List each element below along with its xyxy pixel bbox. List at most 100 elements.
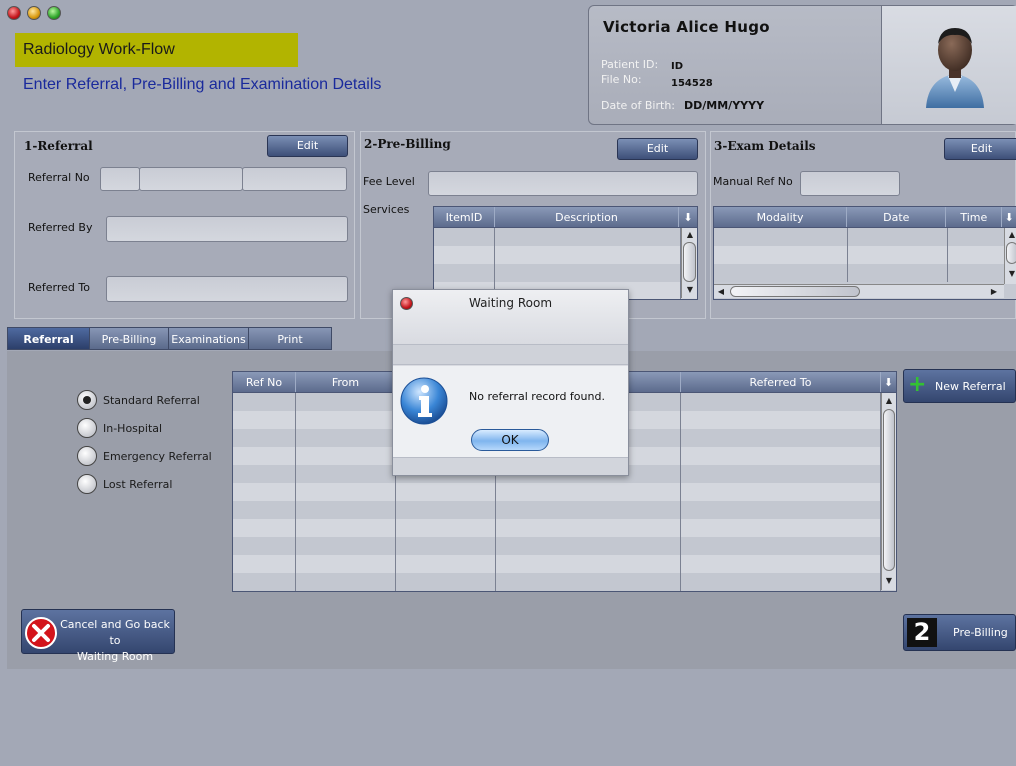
tab-prebilling[interactable]: Pre-Billing [90, 327, 169, 350]
column-chooser-icon[interactable]: ⬇ [1002, 207, 1016, 227]
referral-edit-button[interactable]: Edit [267, 135, 348, 157]
dialog-footer [393, 458, 628, 475]
dialog-body: No referral record found. OK [393, 366, 628, 458]
radio-unselected-icon [77, 418, 97, 438]
prebilling-panel-title: 2-Pre-Billing [364, 137, 451, 151]
referral-panel-title: 1-Referral [24, 139, 93, 153]
scroll-up-icon[interactable]: ▲ [1006, 229, 1016, 241]
col-from[interactable]: From [296, 372, 396, 392]
services-label: Services [363, 203, 410, 216]
cancel-label: Cancel and Go back to Waiting Room [59, 617, 171, 665]
fee-level-label: Fee Level [363, 175, 415, 188]
col-item-id[interactable]: ItemID [434, 207, 495, 227]
table-row[interactable] [233, 483, 896, 501]
table-row[interactable] [233, 555, 896, 573]
services-scrollbar[interactable]: ▲ ▼ [681, 228, 697, 298]
tab-referral[interactable]: Referral [7, 327, 90, 350]
radio-unselected-icon [77, 474, 97, 494]
fee-level-field[interactable] [428, 171, 698, 196]
prebilling-next-button[interactable]: 2 Pre-Billing [903, 614, 1016, 651]
patient-id-value: ID [671, 61, 684, 72]
window-maximize-button[interactable] [47, 6, 61, 20]
dialog-message: No referral record found. [469, 390, 605, 403]
add-icon: + [908, 372, 927, 397]
scroll-left-icon[interactable]: ◀ [715, 286, 727, 298]
tab-print[interactable]: Print [249, 327, 332, 350]
col-ref-no[interactable]: Ref No [233, 372, 296, 392]
referral-no-prefix-field[interactable] [100, 167, 140, 191]
exam-panel-title: 3-Exam Details [714, 139, 816, 153]
radio-standard-referral[interactable]: Standard Referral [77, 389, 200, 411]
user-avatar-icon [926, 28, 984, 108]
table-row[interactable] [434, 246, 697, 264]
prebilling-next-label: Pre-Billing [953, 626, 1008, 639]
ok-button[interactable]: OK [471, 429, 549, 451]
scroll-down-icon[interactable]: ▼ [1006, 268, 1016, 280]
scroll-up-icon[interactable]: ▲ [883, 395, 895, 407]
table-row[interactable] [233, 573, 896, 591]
column-chooser-icon[interactable]: ⬇ [881, 372, 896, 392]
exam-panel: 3-Exam Details Edit Manual Ref No Modali… [710, 131, 1016, 319]
file-no-label: File No: [601, 73, 642, 86]
referral-table-scrollbar[interactable]: ▲ ▼ [881, 393, 896, 590]
scroll-thumb[interactable] [1006, 242, 1016, 264]
manual-ref-field[interactable] [800, 171, 900, 196]
radio-emergency-referral[interactable]: Emergency Referral [77, 445, 212, 467]
patient-card: Victoria Alice Hugo Patient ID: ID File … [588, 5, 1016, 125]
table-row[interactable] [714, 264, 1016, 282]
referred-by-label: Referred By [28, 221, 93, 234]
col-description[interactable]: Description [495, 207, 679, 227]
patient-photo [881, 6, 1016, 124]
radio-selected-icon [77, 390, 97, 410]
scroll-thumb[interactable] [883, 409, 895, 571]
waiting-room-dialog: Waiting Room No referral record found. O… [392, 289, 629, 476]
new-referral-label: New Referral [935, 380, 1006, 393]
scroll-right-icon[interactable]: ▶ [988, 286, 1000, 298]
referred-by-field[interactable] [106, 216, 348, 242]
referred-to-field[interactable] [106, 276, 348, 302]
col-referred-to[interactable]: Referred To [681, 372, 881, 392]
exam-horizontal-scrollbar[interactable]: ◀ ▶ [714, 284, 1004, 298]
referral-no-suffix-field[interactable] [242, 167, 347, 191]
scroll-down-icon[interactable]: ▼ [684, 284, 696, 296]
window-close-button[interactable] [7, 6, 21, 20]
cancel-label-line1: Cancel and Go back to [60, 618, 170, 647]
table-row[interactable] [714, 246, 1016, 264]
radio-in-hospital[interactable]: In-Hospital [77, 417, 162, 439]
scroll-thumb[interactable] [683, 242, 696, 282]
col-modality[interactable]: Modality [714, 207, 848, 227]
dialog-titlebar: Waiting Room [393, 290, 628, 345]
file-no-value: 154528 [671, 78, 713, 89]
table-row[interactable] [714, 228, 1016, 246]
scroll-up-icon[interactable]: ▲ [684, 229, 696, 241]
prebilling-edit-button[interactable]: Edit [617, 138, 698, 160]
radio-unselected-icon [77, 446, 97, 466]
referral-no-number-field[interactable] [139, 167, 243, 191]
radio-lost-referral[interactable]: Lost Referral [77, 473, 172, 495]
table-row[interactable] [434, 228, 697, 246]
new-referral-button[interactable]: + New Referral [903, 369, 1016, 403]
scroll-thumb[interactable] [730, 286, 860, 297]
exam-edit-button[interactable]: Edit [944, 138, 1016, 160]
cancel-back-button[interactable]: Cancel and Go back to Waiting Room [21, 609, 175, 663]
col-date[interactable]: Date [847, 207, 947, 227]
column-chooser-icon[interactable]: ⬇ [679, 207, 697, 227]
table-row[interactable] [233, 519, 896, 537]
exam-vertical-scrollbar[interactable]: ▲ ▼ [1004, 228, 1016, 284]
table-row[interactable] [233, 537, 896, 555]
step-number-icon: 2 [907, 618, 937, 647]
referral-panel: 1-Referral Edit Referral No Referred By … [14, 131, 355, 319]
services-table-header: ItemID Description ⬇ [433, 206, 698, 228]
patient-id-label: Patient ID: [601, 58, 659, 71]
exam-table: ▲ ▼ ◀ ▶ [713, 228, 1016, 300]
table-row[interactable] [233, 501, 896, 519]
col-time[interactable]: Time [946, 207, 1003, 227]
dob-label: Date of Birth: [601, 99, 676, 112]
tab-examinations[interactable]: Examinations [169, 327, 249, 350]
scroll-down-icon[interactable]: ▼ [883, 575, 895, 587]
manual-ref-label: Manual Ref No [713, 175, 793, 188]
radio-label: Emergency Referral [103, 449, 212, 463]
window-minimize-button[interactable] [27, 6, 41, 20]
table-row[interactable] [434, 264, 697, 282]
dob-value: DD/MM/YYYY [684, 99, 765, 112]
